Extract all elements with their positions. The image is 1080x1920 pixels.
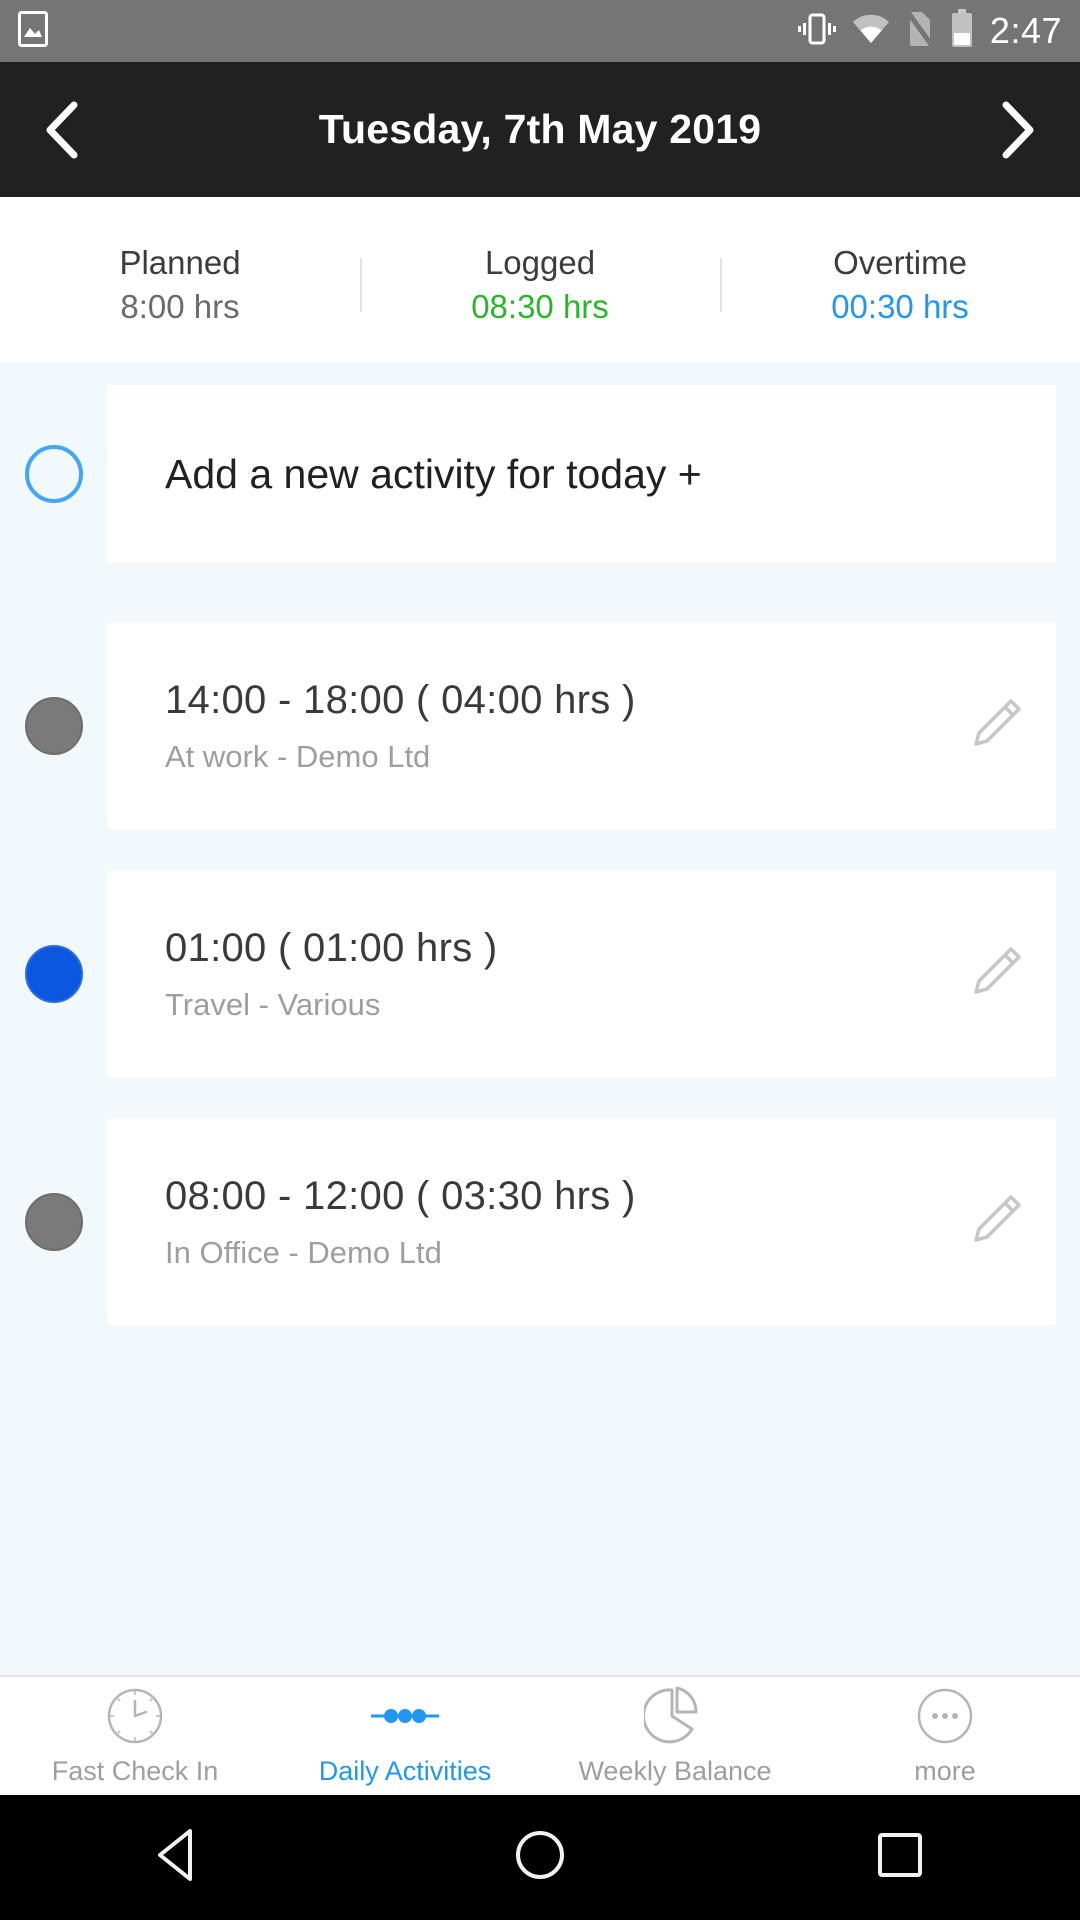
vibrate-icon	[797, 11, 836, 52]
summary-planned: Planned 8:00 hrs	[0, 244, 360, 326]
edit-activity-button[interactable]	[936, 1189, 1056, 1256]
activity-status-dot-icon	[24, 697, 83, 755]
page-title: Tuesday, 7th May 2019	[318, 106, 762, 152]
previous-day-button[interactable]	[28, 95, 98, 165]
summary-overtime-value: 00:30 hrs	[831, 287, 969, 325]
status-bar-right-icons: 2:47	[797, 8, 1062, 54]
home-circle-icon	[514, 1829, 566, 1886]
add-activity-dot-icon	[24, 445, 83, 503]
edit-activity-button[interactable]	[936, 693, 1056, 760]
add-activity-dot-rail	[0, 385, 107, 563]
more-circle-icon	[916, 1686, 974, 1746]
add-activity-label: Add a new activity for today +	[165, 450, 702, 497]
activity-text-block: 01:00 ( 01:00 hrs ) Travel - Various	[165, 926, 936, 1023]
status-bar-left-icons	[18, 10, 48, 52]
nav-item-weekly-balance[interactable]: Weekly Balance	[540, 1677, 810, 1795]
activity-description: In Office - Demo Ltd	[165, 1234, 442, 1270]
summary-planned-label: Planned	[119, 243, 241, 281]
nav-item-fast-check-in[interactable]: Fast Check In	[0, 1677, 270, 1795]
back-triangle-icon	[154, 1827, 206, 1888]
day-summary: Planned 8:00 hrs Logged 08:30 hrs Overti…	[0, 197, 1080, 362]
activity-card[interactable]: 08:00 - 12:00 ( 03:30 hrs ) In Office - …	[107, 1119, 1056, 1325]
nav-item-daily-activities[interactable]: Daily Activities	[270, 1677, 540, 1795]
image-icon	[18, 10, 48, 52]
activity-status-dot-icon	[24, 945, 83, 1003]
battery-icon	[950, 8, 974, 54]
recents-button[interactable]	[840, 1795, 960, 1920]
activity-description: At work - Demo Ltd	[165, 738, 431, 774]
activity-dot-rail	[0, 623, 107, 829]
status-bar-clock: 2:47	[989, 10, 1062, 51]
pencil-icon	[965, 693, 1027, 760]
activity-row[interactable]: 01:00 ( 01:00 hrs ) Travel - Various	[0, 871, 1080, 1077]
pencil-icon	[965, 1189, 1027, 1256]
add-activity-card[interactable]: Add a new activity for today +	[107, 385, 1056, 563]
bottom-navigation: Fast Check In Daily Activities Weekly Ba…	[0, 1675, 1080, 1795]
summary-logged-value: 08:30 hrs	[471, 287, 609, 325]
clock-icon	[106, 1686, 164, 1746]
phone-screen: 2:47 Tuesday, 7th May 2019 Planned 8:00 …	[0, 0, 1080, 1920]
summary-overtime: Overtime 00:30 hrs	[720, 244, 1080, 326]
pie-chart-icon	[644, 1686, 706, 1746]
status-bar: 2:47	[0, 0, 1080, 62]
wifi-icon	[852, 13, 890, 50]
activity-status-dot-icon	[24, 1193, 83, 1251]
activity-card[interactable]: 01:00 ( 01:00 hrs ) Travel - Various	[107, 871, 1056, 1077]
edit-activity-button[interactable]	[936, 941, 1056, 1008]
nav-label-more: more	[914, 1755, 976, 1786]
back-button[interactable]	[120, 1795, 240, 1920]
android-system-navigation	[0, 1795, 1080, 1920]
no-sim-icon	[904, 9, 935, 53]
app-header: Tuesday, 7th May 2019	[0, 62, 1080, 197]
activity-time: 01:00 ( 01:00 hrs )	[165, 925, 498, 970]
activity-row[interactable]: 08:00 - 12:00 ( 03:30 hrs ) In Office - …	[0, 1119, 1080, 1325]
recents-square-icon	[875, 1830, 925, 1885]
summary-overtime-label: Overtime	[833, 243, 967, 281]
activity-row[interactable]: 14:00 - 18:00 ( 04:00 hrs ) At work - De…	[0, 623, 1080, 829]
activity-text-block: 08:00 - 12:00 ( 03:30 hrs ) In Office - …	[165, 1174, 936, 1271]
activity-time: 08:00 - 12:00 ( 03:30 hrs )	[165, 1173, 636, 1218]
summary-logged-label: Logged	[484, 243, 596, 281]
summary-planned-value: 8:00 hrs	[120, 287, 240, 325]
activity-dot-rail	[0, 1119, 107, 1325]
home-button[interactable]	[480, 1795, 600, 1920]
activity-description: Travel - Various	[165, 986, 381, 1022]
nav-label-fast-check-in: Fast Check In	[51, 1755, 219, 1786]
nav-item-more[interactable]: more	[810, 1677, 1080, 1795]
next-day-button[interactable]	[982, 95, 1052, 165]
activity-list[interactable]: Add a new activity for today + 14:00 - 1…	[0, 362, 1080, 1675]
nav-label-weekly-balance: Weekly Balance	[578, 1755, 772, 1786]
activity-text-block: 14:00 - 18:00 ( 04:00 hrs ) At work - De…	[165, 678, 936, 775]
activity-time: 14:00 - 18:00 ( 04:00 hrs )	[165, 677, 636, 722]
activity-card[interactable]: 14:00 - 18:00 ( 04:00 hrs ) At work - De…	[107, 623, 1056, 829]
add-activity-row[interactable]: Add a new activity for today +	[0, 385, 1080, 563]
pencil-icon	[965, 941, 1027, 1008]
summary-logged: Logged 08:30 hrs	[360, 244, 720, 326]
nav-label-daily-activities: Daily Activities	[318, 1755, 492, 1786]
timeline-dots-icon	[369, 1686, 441, 1746]
activity-dot-rail	[0, 871, 107, 1077]
